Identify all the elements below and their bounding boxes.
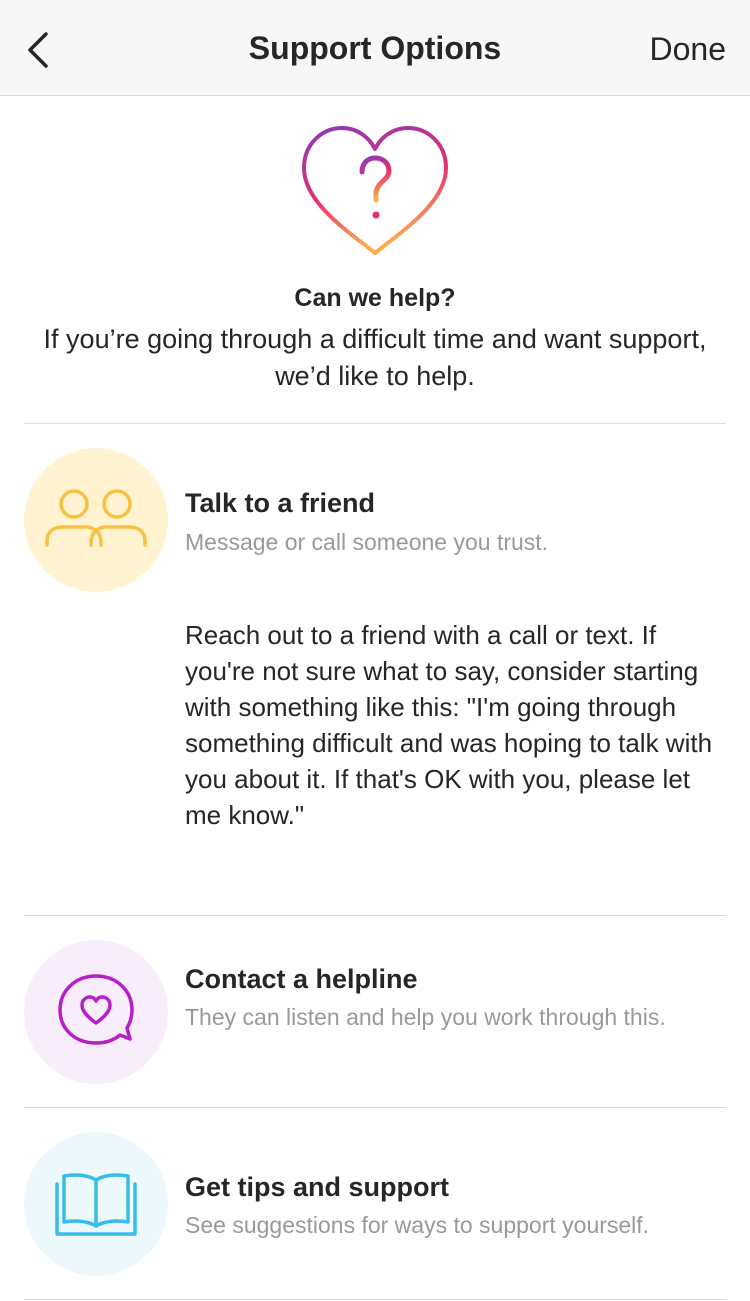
back-button[interactable]: [18, 26, 62, 74]
option-subtitle: They can listen and help you work throug…: [185, 1004, 666, 1030]
divider: [24, 1107, 726, 1108]
hero-description: If you’re going through a difficult time…: [43, 324, 707, 391]
option-subtitle: See suggestions for ways to support your…: [185, 1212, 650, 1238]
page-title: Support Options: [248, 30, 502, 66]
navigation-bar: Support Options Done: [0, 0, 750, 96]
option-talk-to-friend[interactable]: Talk to a friend Message or call someone…: [0, 448, 750, 888]
heart-question-icon: [302, 126, 448, 255]
option-title: Contact a helpline: [185, 964, 418, 994]
option-subtitle: Message or call someone you trust.: [185, 529, 549, 555]
heart-chat-bubble-icon: [58, 974, 134, 1045]
done-button[interactable]: Done: [650, 31, 727, 68]
tips-icon-circle: [24, 1132, 168, 1276]
chevron-left-icon: [28, 32, 48, 68]
divider: [24, 915, 726, 916]
divider: [24, 1299, 726, 1300]
option-get-tips[interactable]: Get tips and support See suggestions for…: [0, 1132, 750, 1276]
friend-icon-circle: [24, 448, 168, 592]
two-people-icon: [45, 489, 147, 547]
divider: [24, 423, 726, 424]
option-title: Talk to a friend: [185, 488, 376, 518]
hero-title: Can we help?: [294, 284, 456, 312]
option-contact-helpline[interactable]: Contact a helpline They can listen and h…: [0, 940, 750, 1084]
helpline-icon-circle: [24, 940, 168, 1084]
open-book-icon: [55, 1173, 137, 1236]
option-body-text: Reach out to a friend with a call or tex…: [185, 620, 713, 830]
option-title: Get tips and support: [185, 1172, 450, 1202]
